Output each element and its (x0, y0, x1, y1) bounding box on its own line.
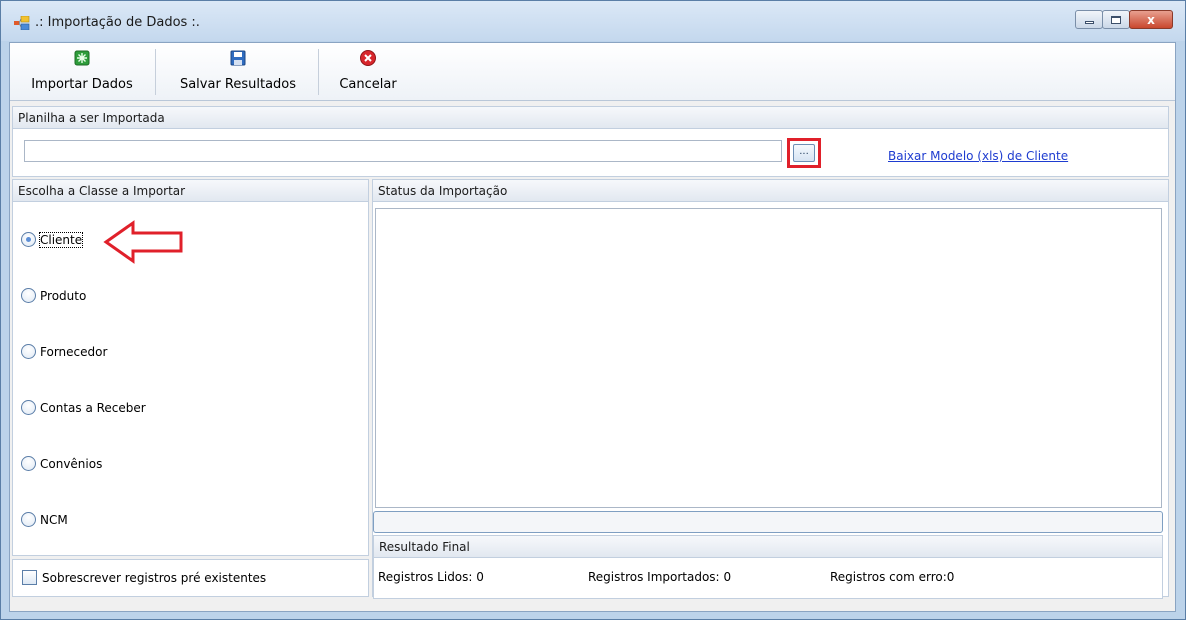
records-error-stat: Registros com erro:0 (830, 570, 954, 584)
records-read-value: 0 (476, 570, 484, 584)
radio-ncm[interactable]: NCM (21, 512, 68, 527)
spreadsheet-path-input[interactable] (24, 140, 782, 162)
status-header: Status da Importação (373, 180, 1168, 202)
radio-cliente[interactable]: Cliente (21, 231, 84, 248)
title-bar[interactable]: .: Importação de Dados :. x (1, 1, 1185, 41)
red-arrow-annotation (103, 220, 183, 264)
save-results-button[interactable]: Salvar Resultados (170, 47, 306, 99)
radio-button[interactable] (21, 400, 36, 415)
radio-label: Produto (40, 288, 87, 303)
maximize-icon (1111, 15, 1121, 24)
overwrite-label: Sobrescrever registros pré existentes (42, 570, 267, 585)
radio-fornecedor[interactable]: Fornecedor (21, 344, 107, 359)
cancel-label: Cancelar (339, 77, 397, 92)
records-error-value: 0 (946, 570, 955, 584)
radio-label: NCM (40, 512, 68, 527)
records-read-label: Registros Lidos: (378, 570, 473, 584)
browse-highlight-box: ... (787, 138, 821, 168)
class-selection-group: Escolha a Classe a Importar Cliente Prod… (12, 179, 369, 556)
window-title: .: Importação de Dados :. (35, 15, 200, 30)
records-imported-value: 0 (723, 570, 732, 584)
cancel-button[interactable]: Cancelar (332, 47, 404, 99)
radio-button[interactable] (21, 288, 36, 303)
floppy-disk-icon (230, 50, 246, 66)
radio-button[interactable] (21, 456, 36, 471)
spreadsheet-group-header: Planilha a ser Importada (13, 107, 1168, 129)
toolbar-separator (318, 49, 319, 95)
toolbar-separator (155, 49, 156, 95)
toolbar: Importar Dados Salvar Resultados Cancela… (10, 43, 1175, 101)
close-icon: x (1147, 12, 1155, 27)
result-header: Resultado Final (374, 536, 1162, 558)
radio-label: Cliente (38, 231, 84, 248)
radio-label: Fornecedor (40, 344, 108, 359)
records-imported-stat: Registros Importados: 0 (588, 570, 731, 584)
window-controls: x (1075, 10, 1173, 29)
radio-label: Convênios (40, 456, 103, 471)
import-status-log[interactable] (375, 208, 1162, 508)
records-imported-label: Registros Importados: (588, 570, 720, 584)
radio-produto[interactable]: Produto (21, 288, 86, 303)
records-error-label: Registros com erro: (830, 570, 947, 584)
maximize-button[interactable] (1102, 10, 1130, 29)
browse-button[interactable]: ... (793, 144, 815, 162)
minimize-icon (1084, 21, 1094, 24)
minimize-button[interactable] (1075, 10, 1103, 29)
radio-button[interactable] (21, 232, 36, 247)
save-results-label: Salvar Resultados (179, 77, 297, 92)
class-selection-header: Escolha a Classe a Importar (13, 180, 368, 202)
import-progress-bar (373, 511, 1163, 533)
records-read-stat: Registros Lidos: 0 (378, 570, 484, 584)
import-window: .: Importação de Dados :. x Importar Dad… (0, 0, 1186, 620)
radio-button[interactable] (21, 512, 36, 527)
radio-contas-a-receber[interactable]: Contas a Receber (21, 400, 146, 415)
overwrite-checkbox-row[interactable]: Sobrescrever registros pré existentes (22, 570, 266, 585)
red-circle-x-icon (360, 50, 376, 66)
app-icon (14, 16, 30, 30)
download-template-link[interactable]: Baixar Modelo (xls) de Cliente (888, 149, 1068, 163)
import-data-button[interactable]: Importar Dados (22, 47, 142, 99)
radio-label: Contas a Receber (40, 400, 146, 415)
import-data-icon (74, 50, 90, 66)
import-data-label: Importar Dados (31, 77, 133, 92)
radio-convenios[interactable]: Convênios (21, 456, 102, 471)
result-group: Resultado Final (373, 535, 1163, 599)
close-button[interactable]: x (1129, 10, 1173, 29)
radio-button[interactable] (21, 344, 36, 359)
spreadsheet-group: Planilha a ser Importada ... Baixar Mode… (12, 106, 1169, 177)
overwrite-checkbox[interactable] (22, 570, 37, 585)
